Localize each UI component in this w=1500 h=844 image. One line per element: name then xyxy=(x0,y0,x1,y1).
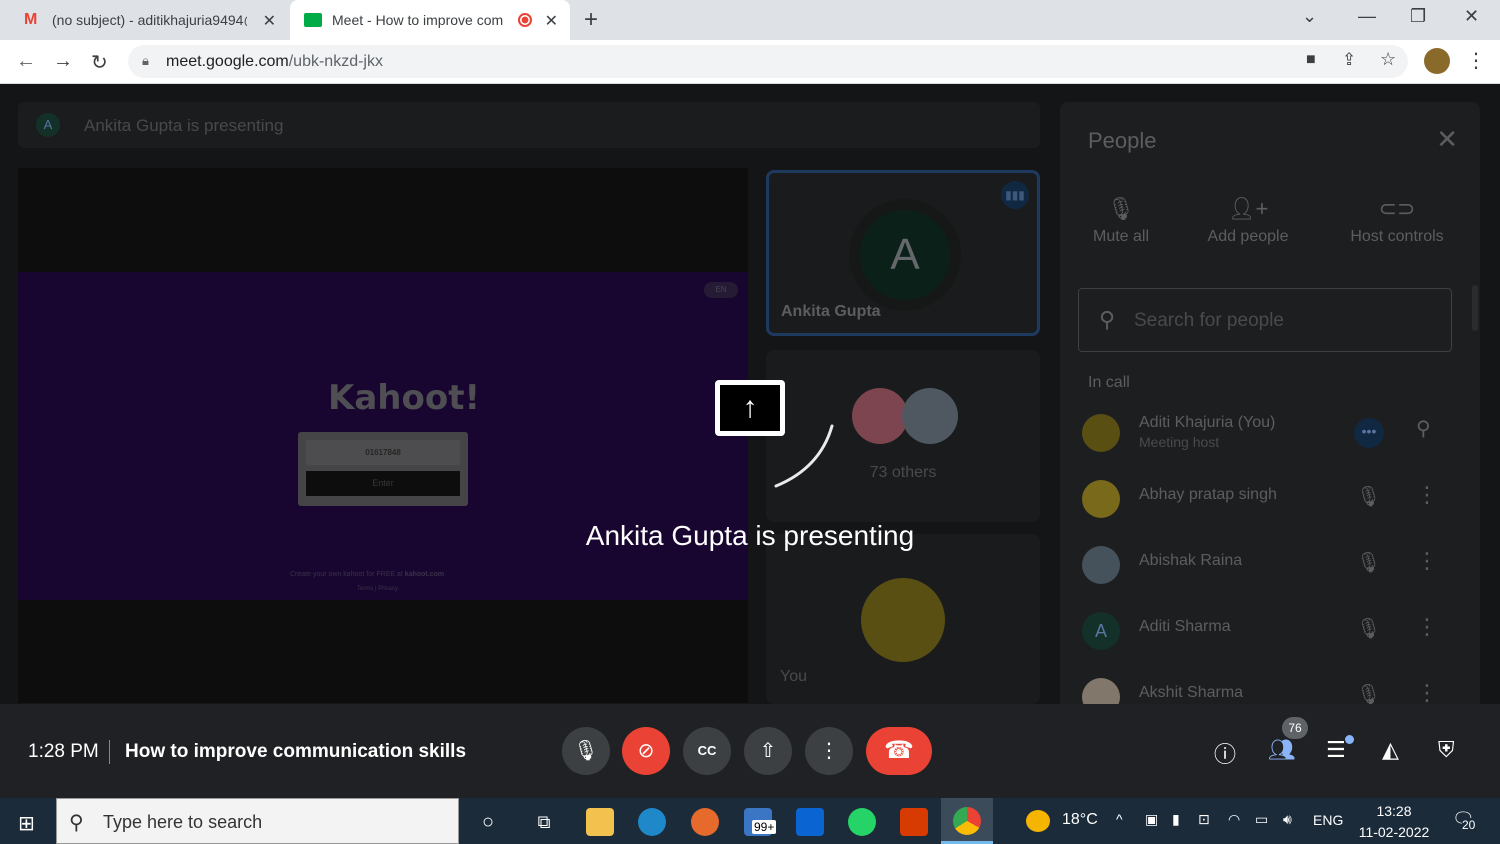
cortana-icon[interactable]: ○ xyxy=(474,808,502,836)
meeting-time: 1:28 PM xyxy=(28,741,99,762)
taskbar-search-box[interactable]: ⚲ Type here to search xyxy=(56,798,459,844)
tab-gmail[interactable]: M (no subject) - aditikhajuria9494@ ✕ xyxy=(12,0,288,40)
omnibox[interactable]: 🔒︎ meet.google.com/ubk-nkzd-jkx ■ ⇪ ☆ xyxy=(128,45,1408,78)
recording-icon xyxy=(518,13,532,27)
camera-in-use-icon[interactable]: ■ xyxy=(1306,51,1316,69)
more-vert-icon: ⋮ xyxy=(819,740,839,762)
meeting-details-icon[interactable]: ⓘ xyxy=(1214,737,1236,769)
chat-icon[interactable]: ☰ xyxy=(1326,737,1346,763)
windows-start-icon[interactable]: ⊞ xyxy=(18,811,35,836)
captions-icon: CC xyxy=(697,743,717,758)
reload-icon[interactable]: ↻ xyxy=(91,50,108,75)
edge-icon[interactable] xyxy=(638,808,666,836)
url-host: meet.google.com xyxy=(166,53,289,70)
mail-badge: 99+ xyxy=(752,820,777,834)
battery-icon[interactable]: ▭ xyxy=(1255,811,1268,828)
restore-icon[interactable]: ❐ xyxy=(1410,6,1426,27)
search-icon: ⚲ xyxy=(69,812,84,834)
present-icon: ⇧ xyxy=(759,740,777,762)
chat-unread-dot xyxy=(1345,735,1354,744)
tab-search-chevron-icon[interactable]: ⌄ xyxy=(1302,6,1317,27)
bookmark-star-icon[interactable]: ☆ xyxy=(1380,49,1396,70)
present-button[interactable]: ⇧ xyxy=(744,727,792,775)
profile-avatar[interactable] xyxy=(1424,48,1450,74)
window-close-icon[interactable]: ✕ xyxy=(1464,6,1479,27)
tab-meet[interactable]: Meet - How to improve com ✕ xyxy=(290,0,570,40)
camera-off-button[interactable]: ⊘ xyxy=(622,727,670,775)
minimize-icon[interactable]: — xyxy=(1358,6,1376,27)
volume-icon[interactable]: 🔊︎ xyxy=(1283,811,1292,828)
wifi-icon[interactable]: ◠ xyxy=(1228,811,1240,828)
file-explorer-icon[interactable] xyxy=(586,808,614,836)
url-path: /ubk-nkzd-jkx xyxy=(288,53,383,70)
new-tab-icon[interactable]: + xyxy=(584,6,598,34)
task-view-icon[interactable]: ⧉ xyxy=(530,808,558,836)
browser-menu-icon[interactable]: ⋮ xyxy=(1466,48,1486,73)
close-tab-icon[interactable]: ✕ xyxy=(263,11,276,31)
taskbar-search-placeholder: Type here to search xyxy=(103,812,263,832)
taskbar-clock[interactable]: 13:28 11-02-2022 xyxy=(1357,801,1431,843)
hang-up-icon: ☎︎ xyxy=(884,737,914,764)
host-controls-shield-icon[interactable]: ⛨ xyxy=(1438,737,1455,763)
clock-date: 11-02-2022 xyxy=(1358,824,1430,840)
captions-button[interactable]: CC xyxy=(683,727,731,775)
url-text[interactable]: meet.google.com/ubk-nkzd-jkx xyxy=(166,53,383,71)
mic-button[interactable]: 🎙︎ xyxy=(562,727,610,775)
weather-icon[interactable] xyxy=(1026,810,1050,832)
camera-off-icon: ⊘ xyxy=(637,740,655,762)
notification-count: 20 xyxy=(1462,818,1476,832)
tab-title: (no subject) - aditikhajuria9494@ xyxy=(52,12,247,28)
activities-icon[interactable]: ◭ xyxy=(1382,737,1399,763)
microphone-tray-icon[interactable]: ▮ xyxy=(1172,811,1180,828)
meeting-title: How to improve communication skills xyxy=(125,741,467,762)
network-display-icon[interactable]: ⊡ xyxy=(1198,811,1210,828)
close-tab-icon[interactable]: ✕ xyxy=(545,11,558,31)
store-icon[interactable] xyxy=(796,808,824,836)
loading-spinner xyxy=(774,424,834,488)
lock-icon[interactable]: 🔒︎ xyxy=(142,53,149,69)
meeting-controls-bar: 1:28 PM How to improve communication ski… xyxy=(0,704,1500,798)
share-icon[interactable]: ⇪ xyxy=(1342,50,1356,70)
end-call-button[interactable]: ☎︎ xyxy=(866,727,932,775)
presenting-notice: Ankita Gupta is presenting xyxy=(585,520,915,551)
notification-center-icon[interactable]: 🗨︎20 xyxy=(1452,809,1476,832)
office-icon[interactable] xyxy=(900,808,928,836)
address-bar-row: ← → ↻ 🔒︎ meet.google.com/ubk-nkzd-jkx ■ … xyxy=(0,40,1500,84)
meet-now-icon[interactable]: ▣ xyxy=(1145,811,1158,828)
firefox-icon[interactable] xyxy=(691,808,719,836)
gmail-icon: M xyxy=(24,11,38,28)
more-options-button[interactable]: ⋮ xyxy=(805,727,853,775)
meet-icon xyxy=(304,13,322,27)
divider xyxy=(109,740,110,764)
weather-temp[interactable]: 18°C xyxy=(1062,811,1098,829)
back-icon[interactable]: ← xyxy=(16,50,36,73)
participant-count-badge: 76 xyxy=(1282,717,1308,739)
tab-title: Meet - How to improve com xyxy=(332,12,504,28)
clock-time: 13:28 xyxy=(1376,803,1412,819)
whatsapp-icon[interactable] xyxy=(848,808,876,836)
browser-tab-bar: M (no subject) - aditikhajuria9494@ ✕ Me… xyxy=(0,0,1500,40)
chrome-icon xyxy=(953,807,981,835)
windows-taskbar: ⊞ ⚲ Type here to search ○ ⧉ 99+ 18°C ^ ▣… xyxy=(0,798,1500,844)
mic-icon: 🎙︎ xyxy=(573,740,599,762)
forward-icon[interactable]: → xyxy=(53,50,73,73)
chrome-taskbar-button[interactable] xyxy=(941,798,993,844)
people-icon[interactable]: 👥︎ xyxy=(1268,737,1296,763)
show-hidden-icons-chevron-icon[interactable]: ^ xyxy=(1116,811,1123,827)
language-indicator[interactable]: ENG xyxy=(1313,812,1343,828)
